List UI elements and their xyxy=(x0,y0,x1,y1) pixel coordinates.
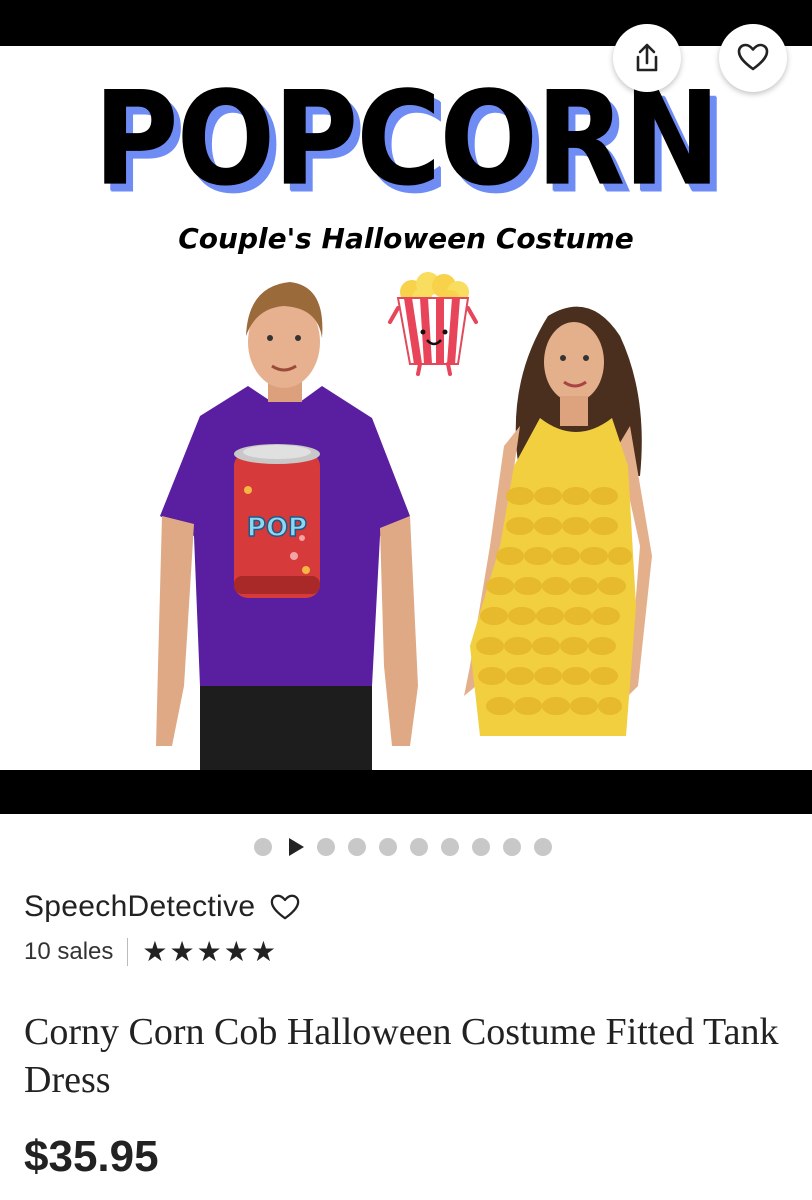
bottom-black-bar xyxy=(0,770,812,814)
star-icon: ★ xyxy=(169,936,195,967)
share-icon xyxy=(636,43,658,72)
star-icon: ★ xyxy=(196,936,222,967)
carousel-dot[interactable] xyxy=(254,838,272,856)
costume-illustration: POP xyxy=(156,272,652,770)
carousel-dot[interactable] xyxy=(472,838,490,856)
carousel-dot[interactable] xyxy=(379,838,397,856)
divider xyxy=(127,938,129,966)
top-black-bar xyxy=(0,0,812,46)
can-label: POP xyxy=(247,513,307,543)
shop-name-link[interactable]: SpeechDetective xyxy=(24,890,255,924)
carousel-indicator[interactable] xyxy=(254,836,552,858)
share-button[interactable] xyxy=(613,24,681,92)
shop-row: SpeechDetective xyxy=(24,890,301,924)
carousel-dot[interactable] xyxy=(503,838,521,856)
carousel-dot[interactable] xyxy=(317,838,335,856)
heart-icon[interactable] xyxy=(269,892,301,922)
favorite-button[interactable] xyxy=(719,24,787,92)
rating-stars[interactable]: ★ ★ ★ ★ ★ xyxy=(142,938,276,966)
popcorn-bucket-icon xyxy=(388,272,478,376)
listing-price: $35.95 xyxy=(24,1132,159,1181)
carousel-dot[interactable] xyxy=(410,838,428,856)
carousel-dot[interactable] xyxy=(348,838,366,856)
woman-model xyxy=(464,306,652,736)
star-icon: ★ xyxy=(223,936,249,967)
listing-title: Corny Corn Cob Halloween Costume Fitted … xyxy=(24,1011,779,1101)
heart-icon xyxy=(737,43,769,71)
star-icon: ★ xyxy=(250,936,276,967)
carousel-dot[interactable] xyxy=(534,838,552,856)
play-icon[interactable] xyxy=(289,838,304,856)
carousel-dot[interactable] xyxy=(441,838,459,856)
product-image[interactable]: POPCORN Couple's Halloween Costume POP xyxy=(0,46,812,770)
sales-count: 10 sales xyxy=(24,938,114,965)
shop-stats: 10 sales ★ ★ ★ ★ ★ xyxy=(24,938,276,966)
star-icon: ★ xyxy=(142,936,168,967)
